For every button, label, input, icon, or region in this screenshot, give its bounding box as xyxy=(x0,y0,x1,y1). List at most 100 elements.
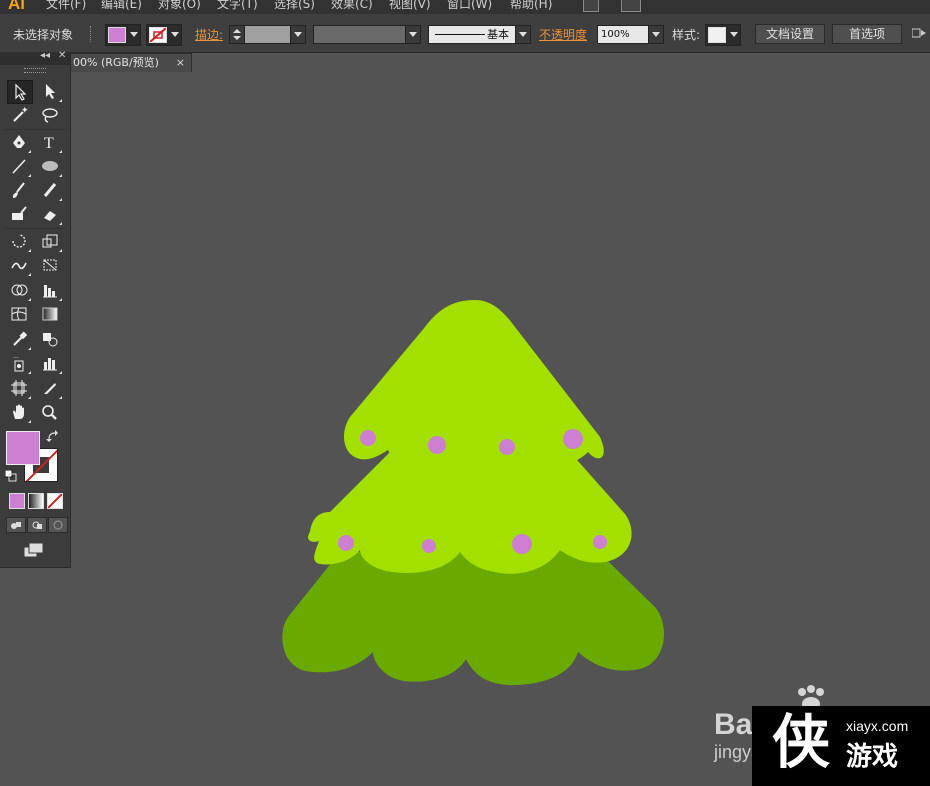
stroke-weight-field[interactable] xyxy=(229,25,306,44)
ornament xyxy=(360,430,376,446)
ellipse-tool[interactable] xyxy=(38,155,62,177)
menu-window[interactable]: 窗口(W) xyxy=(447,0,492,12)
hand-tool[interactable] xyxy=(7,401,31,423)
graphic-style-picker[interactable] xyxy=(705,24,741,46)
mesh-tool[interactable] xyxy=(7,303,31,325)
watermark: Bai jingyan 侠 xiayx.com 游戏 xyxy=(714,680,930,786)
blob-brush-tool[interactable] xyxy=(7,203,31,225)
none-mode-button[interactable] xyxy=(47,493,63,509)
blend-icon xyxy=(43,333,58,347)
menu-effect[interactable]: 效果(C) xyxy=(331,0,373,12)
draw-normal-icon xyxy=(11,522,21,529)
pencil-tool[interactable] xyxy=(38,179,62,201)
default-fill-stroke-icon[interactable] xyxy=(5,470,17,482)
bridge-icon[interactable] xyxy=(583,0,599,12)
brush-definition[interactable]: 基本 xyxy=(428,25,531,44)
artboard-canvas[interactable] xyxy=(70,72,930,786)
magic-wand-tool[interactable]: ✦ xyxy=(7,104,31,126)
arrange-documents-icon[interactable] xyxy=(621,0,641,12)
menu-help[interactable]: 帮助(H) xyxy=(510,0,552,12)
menu-type[interactable]: 文字(T) xyxy=(217,0,258,12)
bar-graph-tool[interactable] xyxy=(38,352,62,374)
close-icon[interactable]: × xyxy=(176,54,185,72)
gradient-icon xyxy=(42,307,58,321)
menu-edit[interactable]: 编辑(E) xyxy=(101,0,142,12)
preferences-button[interactable]: 首选项 xyxy=(832,24,902,44)
lasso-icon xyxy=(42,108,58,123)
chevron-down-icon xyxy=(130,32,138,37)
warp-tool[interactable] xyxy=(7,254,31,276)
menu-select[interactable]: 选择(S) xyxy=(274,0,315,12)
swap-fill-stroke-icon[interactable] xyxy=(46,430,60,442)
menu-object[interactable]: 对象(O) xyxy=(158,0,201,12)
fill-color-swatch-front[interactable] xyxy=(6,431,40,465)
free-transform-tool[interactable] xyxy=(38,254,62,276)
ornament xyxy=(499,439,515,455)
variable-width-profile[interactable] xyxy=(313,25,421,44)
magic-wand-icon: ✦ xyxy=(13,106,29,122)
stroke-weight-dropdown[interactable] xyxy=(290,26,305,43)
direct-selection-tool[interactable] xyxy=(38,80,62,102)
fill-color-picker[interactable] xyxy=(105,24,141,46)
opacity-field[interactable]: 100% xyxy=(597,25,664,44)
column-graph-tool[interactable] xyxy=(38,279,62,301)
christmas-tree-artwork[interactable] xyxy=(70,72,930,786)
close-icon[interactable]: ✕ xyxy=(58,50,66,61)
zoom-magnifier-icon xyxy=(42,405,57,420)
no-stroke-icon xyxy=(150,28,166,42)
rotate-tool[interactable] xyxy=(7,230,31,252)
tools-panel: ◂◂ ✕ ✦ T ··· xyxy=(0,50,71,568)
panel-menu-icon[interactable] xyxy=(911,27,926,39)
opacity-value[interactable]: 100% xyxy=(601,26,630,43)
draw-normal-button[interactable] xyxy=(6,517,26,533)
shape-builder-tool[interactable] xyxy=(7,279,31,301)
panel-grip[interactable] xyxy=(24,68,46,73)
opacity-label[interactable]: 不透明度 xyxy=(539,26,587,43)
draw-inside-icon xyxy=(53,520,63,530)
chevron-down-icon[interactable] xyxy=(648,26,663,43)
type-tool[interactable]: T xyxy=(38,131,62,153)
document-tab-title: 00% (RGB/预览) xyxy=(73,56,159,69)
line-segment-tool[interactable] xyxy=(7,155,31,177)
document-setup-button[interactable]: 文档设置 xyxy=(755,24,825,44)
chevron-down-icon xyxy=(171,32,179,37)
artboard-tool[interactable] xyxy=(7,377,31,399)
collapse-icon[interactable]: ◂◂ xyxy=(40,50,50,61)
tools-panel-header[interactable]: ◂◂ ✕ xyxy=(0,50,70,65)
chevron-down-icon[interactable] xyxy=(515,26,530,43)
screen-mode-icon[interactable] xyxy=(23,542,45,558)
menu-view[interactable]: 视图(V) xyxy=(389,0,431,12)
chevron-down-icon[interactable] xyxy=(405,26,420,43)
eraser-tool[interactable] xyxy=(38,203,62,225)
free-transform-icon xyxy=(43,259,57,271)
draw-behind-button[interactable] xyxy=(27,517,47,533)
blend-tool[interactable] xyxy=(38,328,62,350)
symbol-sprayer-tool[interactable]: ··· xyxy=(7,352,31,374)
document-tab[interactable]: 00% (RGB/预览) × xyxy=(70,53,192,73)
gradient-mode-button[interactable] xyxy=(28,493,44,509)
scale-tool[interactable] xyxy=(38,230,62,252)
stroke-color-picker[interactable] xyxy=(146,24,182,46)
none-slash-icon xyxy=(48,494,62,508)
color-mode-button[interactable] xyxy=(9,493,25,509)
mesh-icon xyxy=(11,307,27,321)
ornament xyxy=(563,429,583,449)
stroke-weight-stepper[interactable] xyxy=(230,26,245,43)
eyedropper-tool[interactable] xyxy=(7,328,31,350)
svg-text:···: ··· xyxy=(13,355,19,362)
slice-tool[interactable] xyxy=(38,377,62,399)
draw-inside-button[interactable] xyxy=(48,517,68,533)
stroke-label[interactable]: 描边: xyxy=(195,26,223,43)
selection-tool[interactable] xyxy=(7,80,33,104)
gradient-tool[interactable] xyxy=(38,303,62,325)
zoom-tool[interactable] xyxy=(38,401,62,423)
pen-tool[interactable] xyxy=(7,131,31,153)
graphic-style-swatch xyxy=(708,27,726,43)
brush-profile-label: 基本 xyxy=(487,28,509,41)
lasso-tool[interactable] xyxy=(38,104,62,126)
tool-separator xyxy=(4,228,66,229)
menu-file[interactable]: 文件(F) xyxy=(46,0,86,12)
style-label: 样式: xyxy=(672,28,701,42)
watermark-site: xiayx.com xyxy=(846,718,909,734)
paintbrush-tool[interactable] xyxy=(7,179,31,201)
